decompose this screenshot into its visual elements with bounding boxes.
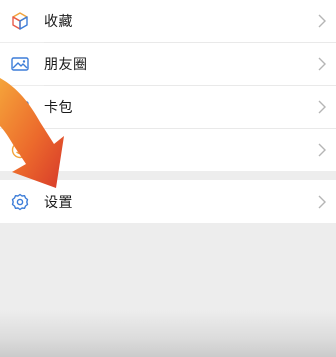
emoji-icon [10,140,30,160]
menu-item-label: 朋友圈 [44,57,88,73]
menu-item-label: 卡包 [44,100,73,116]
settings-gear-icon [10,192,30,212]
chevron-right-icon [318,57,326,71]
moments-picture-icon [10,54,30,74]
favorites-cube-icon [10,11,30,31]
section-gap [0,171,336,180]
menu-item-moments[interactable]: 朋友圈 [0,43,336,85]
menu-item-emoji[interactable] [0,129,336,171]
bottom-shadow [0,310,336,357]
menu-item-settings[interactable]: 设置 [0,180,336,223]
menu-item-label: 设置 [44,194,73,211]
card-pack-icon [10,97,30,117]
menu-item-card-pack[interactable]: 卡包 [0,86,336,128]
menu-item-label: 收藏 [44,14,73,30]
chevron-right-icon [318,14,326,28]
chevron-right-icon [318,100,326,114]
chevron-right-icon [318,195,326,208]
menu-item-favorites[interactable]: 收藏 [0,0,336,42]
chevron-right-icon [318,143,326,157]
